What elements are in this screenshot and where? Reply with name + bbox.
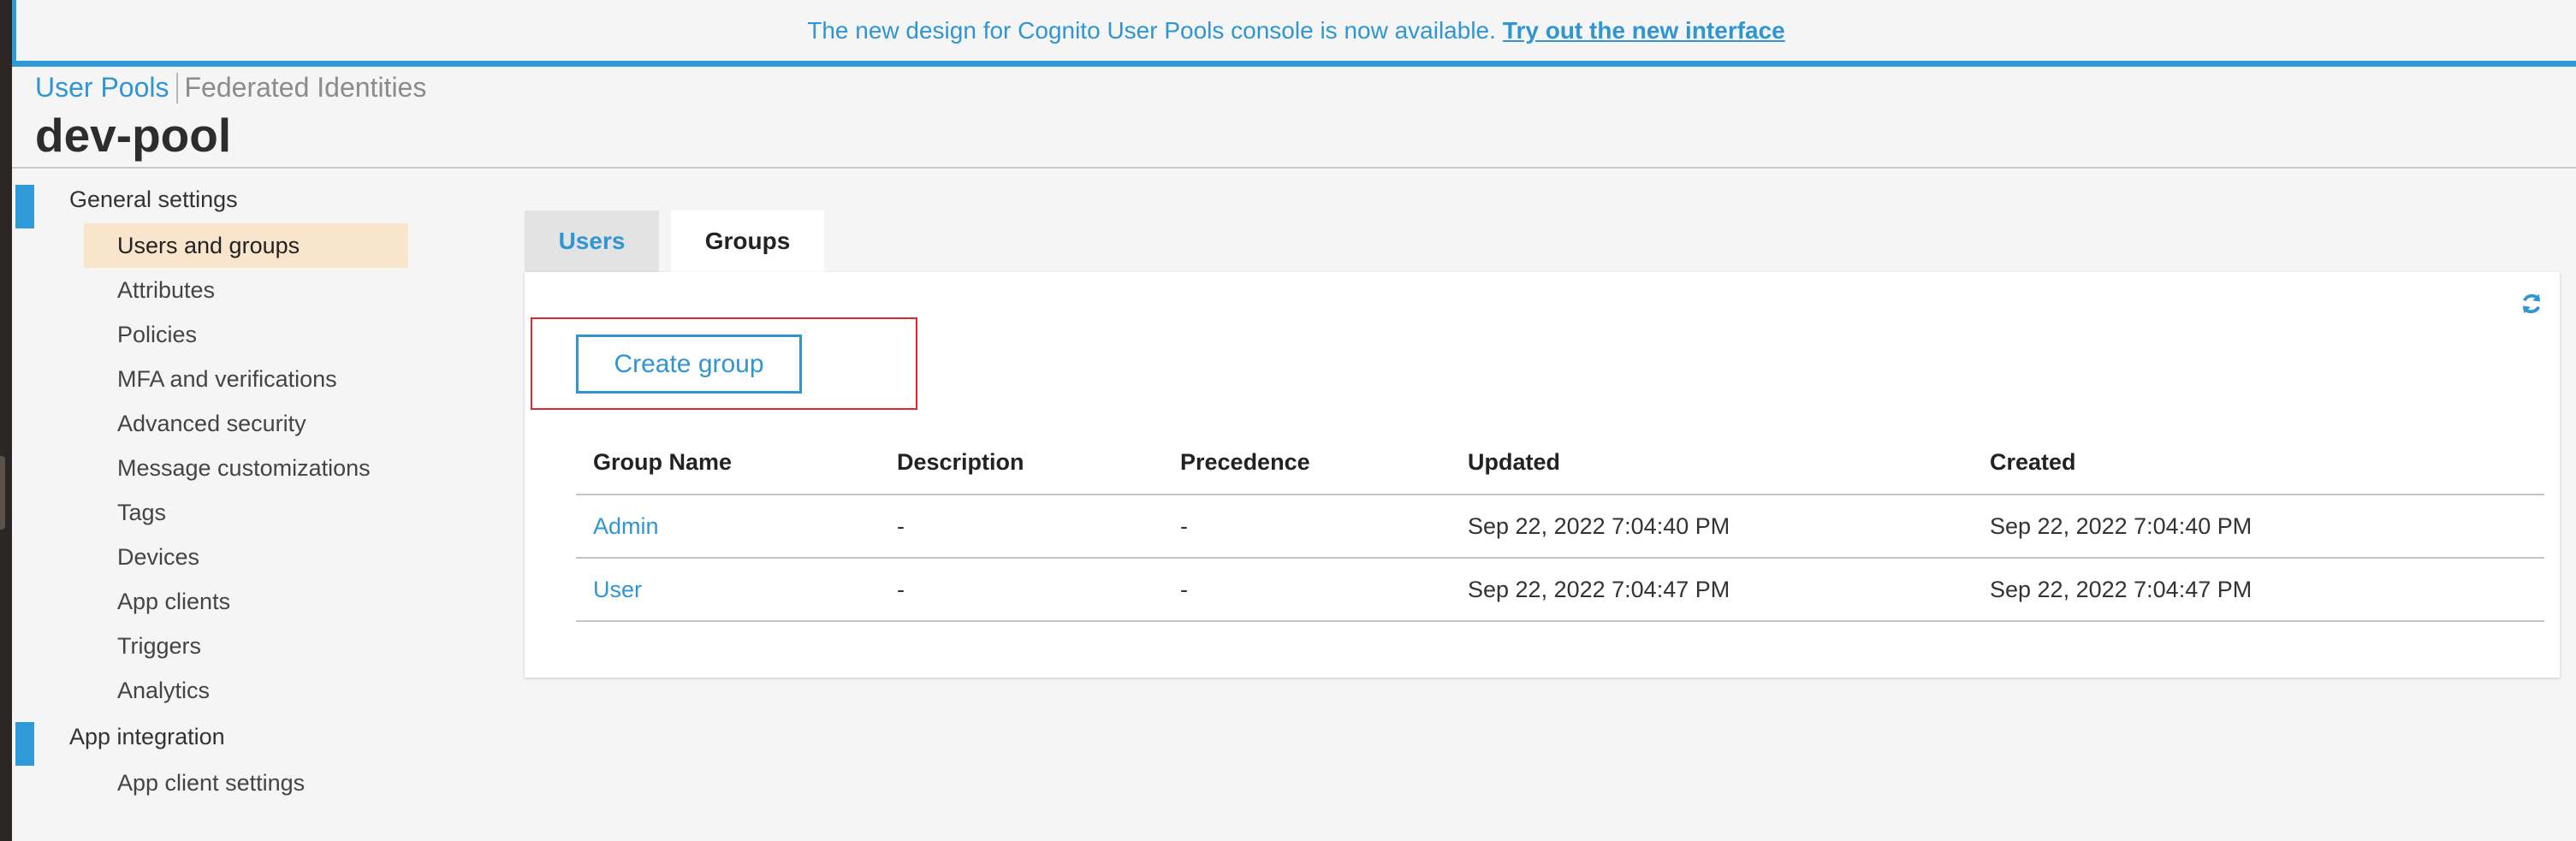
created-cell: Sep 22, 2022 7:04:47 PM	[1973, 558, 2544, 622]
sidebar-item-tags[interactable]: Tags	[12, 490, 457, 535]
refresh-icon[interactable]	[2519, 291, 2544, 317]
try-new-interface-link[interactable]: Try out the new interface	[1503, 17, 1785, 44]
sidebar: General settings Users and groups Attrib…	[12, 175, 457, 805]
sidebar-item-policies[interactable]: Policies	[12, 312, 457, 357]
section-label: General settings	[69, 186, 238, 212]
breadcrumb-divider	[175, 72, 178, 104]
tab-bar: Users Groups	[525, 210, 824, 272]
sidebar-item-triggers[interactable]: Triggers	[12, 624, 457, 668]
tab-groups[interactable]: Groups	[671, 210, 824, 272]
left-edge-handle	[0, 456, 5, 530]
section-label: App integration	[69, 723, 225, 749]
sidebar-item-advanced-security[interactable]: Advanced security	[12, 401, 457, 446]
tab-users[interactable]: Users	[525, 210, 659, 272]
federated-identities-link[interactable]: Federated Identities	[185, 72, 427, 104]
cognito-console-page: The new design for Cognito User Pools co…	[12, 0, 2576, 841]
sidebar-item-app-client-settings[interactable]: App client settings	[12, 761, 457, 805]
column-header-description[interactable]: Description	[880, 431, 1163, 495]
precedence-cell: -	[1163, 495, 1451, 559]
description-cell: -	[880, 558, 1163, 622]
user-pools-link[interactable]: User Pools	[35, 72, 169, 104]
sidebar-item-devices[interactable]: Devices	[12, 535, 457, 579]
column-header-updated[interactable]: Updated	[1451, 431, 1973, 495]
sidebar-item-analytics[interactable]: Analytics	[12, 668, 457, 713]
sidebar-item-message-customizations[interactable]: Message customizations	[12, 446, 457, 490]
sidebar-item-app-clients[interactable]: App clients	[12, 579, 457, 624]
column-header-group-name[interactable]: Group Name	[576, 431, 880, 495]
sidebar-item-users-and-groups[interactable]: Users and groups	[84, 223, 408, 268]
sidebar-section-app-integration[interactable]: App integration	[12, 713, 457, 766]
section-marker	[15, 185, 34, 228]
group-name-link[interactable]: User	[576, 558, 880, 622]
table-row: User - - Sep 22, 2022 7:04:47 PM Sep 22,…	[576, 558, 2544, 622]
description-cell: -	[880, 495, 1163, 559]
header-divider	[12, 167, 2576, 169]
updated-cell: Sep 22, 2022 7:04:40 PM	[1451, 495, 1973, 559]
groups-table: Group Name Description Precedence Update…	[576, 431, 2544, 622]
created-cell: Sep 22, 2022 7:04:40 PM	[1973, 495, 2544, 559]
sidebar-item-attributes[interactable]: Attributes	[12, 268, 457, 312]
sidebar-section-general-settings[interactable]: General settings	[12, 175, 457, 228]
table-header-row: Group Name Description Precedence Update…	[576, 431, 2544, 495]
groups-panel: Create group Group Name Description Prec…	[525, 272, 2560, 678]
page-title: dev-pool	[35, 109, 232, 162]
table-row: Admin - - Sep 22, 2022 7:04:40 PM Sep 22…	[576, 495, 2544, 559]
column-header-created[interactable]: Created	[1973, 431, 2544, 495]
group-name-link[interactable]: Admin	[576, 495, 880, 559]
banner-text: The new design for Cognito User Pools co…	[807, 16, 1496, 44]
create-group-button[interactable]: Create group	[576, 335, 802, 394]
column-header-precedence[interactable]: Precedence	[1163, 431, 1451, 495]
section-marker	[15, 722, 34, 766]
left-window-edge	[0, 0, 12, 841]
new-design-banner: The new design for Cognito User Pools co…	[12, 0, 2576, 67]
precedence-cell: -	[1163, 558, 1451, 622]
breadcrumb: User Pools Federated Identities	[35, 72, 426, 104]
updated-cell: Sep 22, 2022 7:04:47 PM	[1451, 558, 1973, 622]
sidebar-item-mfa-and-verifications[interactable]: MFA and verifications	[12, 357, 457, 401]
